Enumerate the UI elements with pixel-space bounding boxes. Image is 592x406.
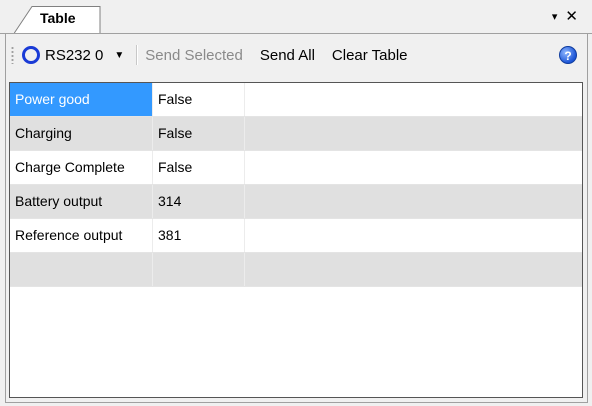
row-extra-cell[interactable] — [245, 83, 582, 116]
table-row[interactable]: Battery output 314 — [10, 185, 582, 219]
tab-strip: Table ▾ ✕ — [0, 0, 592, 34]
tab-label: Table — [40, 10, 76, 26]
toolbar-grip-icon[interactable] — [11, 46, 14, 64]
row-value-cell[interactable]: False — [153, 83, 245, 116]
row-extra-cell[interactable] — [245, 117, 582, 150]
row-value-cell[interactable]: False — [153, 151, 245, 184]
clear-table-button[interactable]: Clear Table — [332, 47, 408, 64]
port-select-button[interactable]: RS232 0 ▼ — [22, 46, 124, 64]
send-all-button[interactable]: Send All — [260, 47, 315, 64]
table-panel: RS232 0 ▼ Send Selected Send All Clear T… — [5, 34, 588, 403]
row-name-cell[interactable]: Reference output — [10, 219, 153, 252]
row-extra-cell[interactable] — [245, 151, 582, 184]
row-extra-cell[interactable] — [245, 219, 582, 252]
row-extra-cell[interactable] — [245, 185, 582, 218]
table-row-new[interactable] — [10, 253, 582, 287]
toolbar: RS232 0 ▼ Send Selected Send All Clear T… — [6, 40, 587, 70]
row-name-cell[interactable]: Charging — [10, 117, 153, 150]
data-table: Power good False Charging False Charge C… — [9, 82, 583, 398]
table-row[interactable]: Power good False — [10, 83, 582, 117]
row-name-cell[interactable]: Battery output — [10, 185, 153, 218]
row-value-cell[interactable]: 381 — [153, 219, 245, 252]
row-name-cell[interactable]: Power good — [10, 83, 153, 116]
window-menu-arrow-icon[interactable]: ▾ — [552, 9, 558, 25]
table-row[interactable]: Reference output 381 — [10, 219, 582, 253]
chevron-down-icon: ▼ — [114, 49, 125, 61]
toolbar-separator — [136, 45, 138, 65]
row-extra-cell[interactable] — [245, 253, 582, 286]
row-value-cell[interactable]: 314 — [153, 185, 245, 218]
table-row[interactable]: Charge Complete False — [10, 151, 582, 185]
port-status-ring-icon — [22, 46, 40, 64]
row-name-cell[interactable] — [10, 253, 153, 286]
close-icon[interactable]: ✕ — [565, 9, 578, 25]
table-row[interactable]: Charging False — [10, 117, 582, 151]
help-icon[interactable]: ? — [559, 46, 577, 64]
send-selected-button[interactable]: Send Selected — [145, 47, 243, 64]
row-name-cell[interactable]: Charge Complete — [10, 151, 153, 184]
row-value-cell[interactable] — [153, 253, 245, 286]
row-value-cell[interactable]: False — [153, 117, 245, 150]
window-buttons: ▾ ✕ — [552, 9, 578, 25]
port-label: RS232 0 — [45, 46, 104, 64]
